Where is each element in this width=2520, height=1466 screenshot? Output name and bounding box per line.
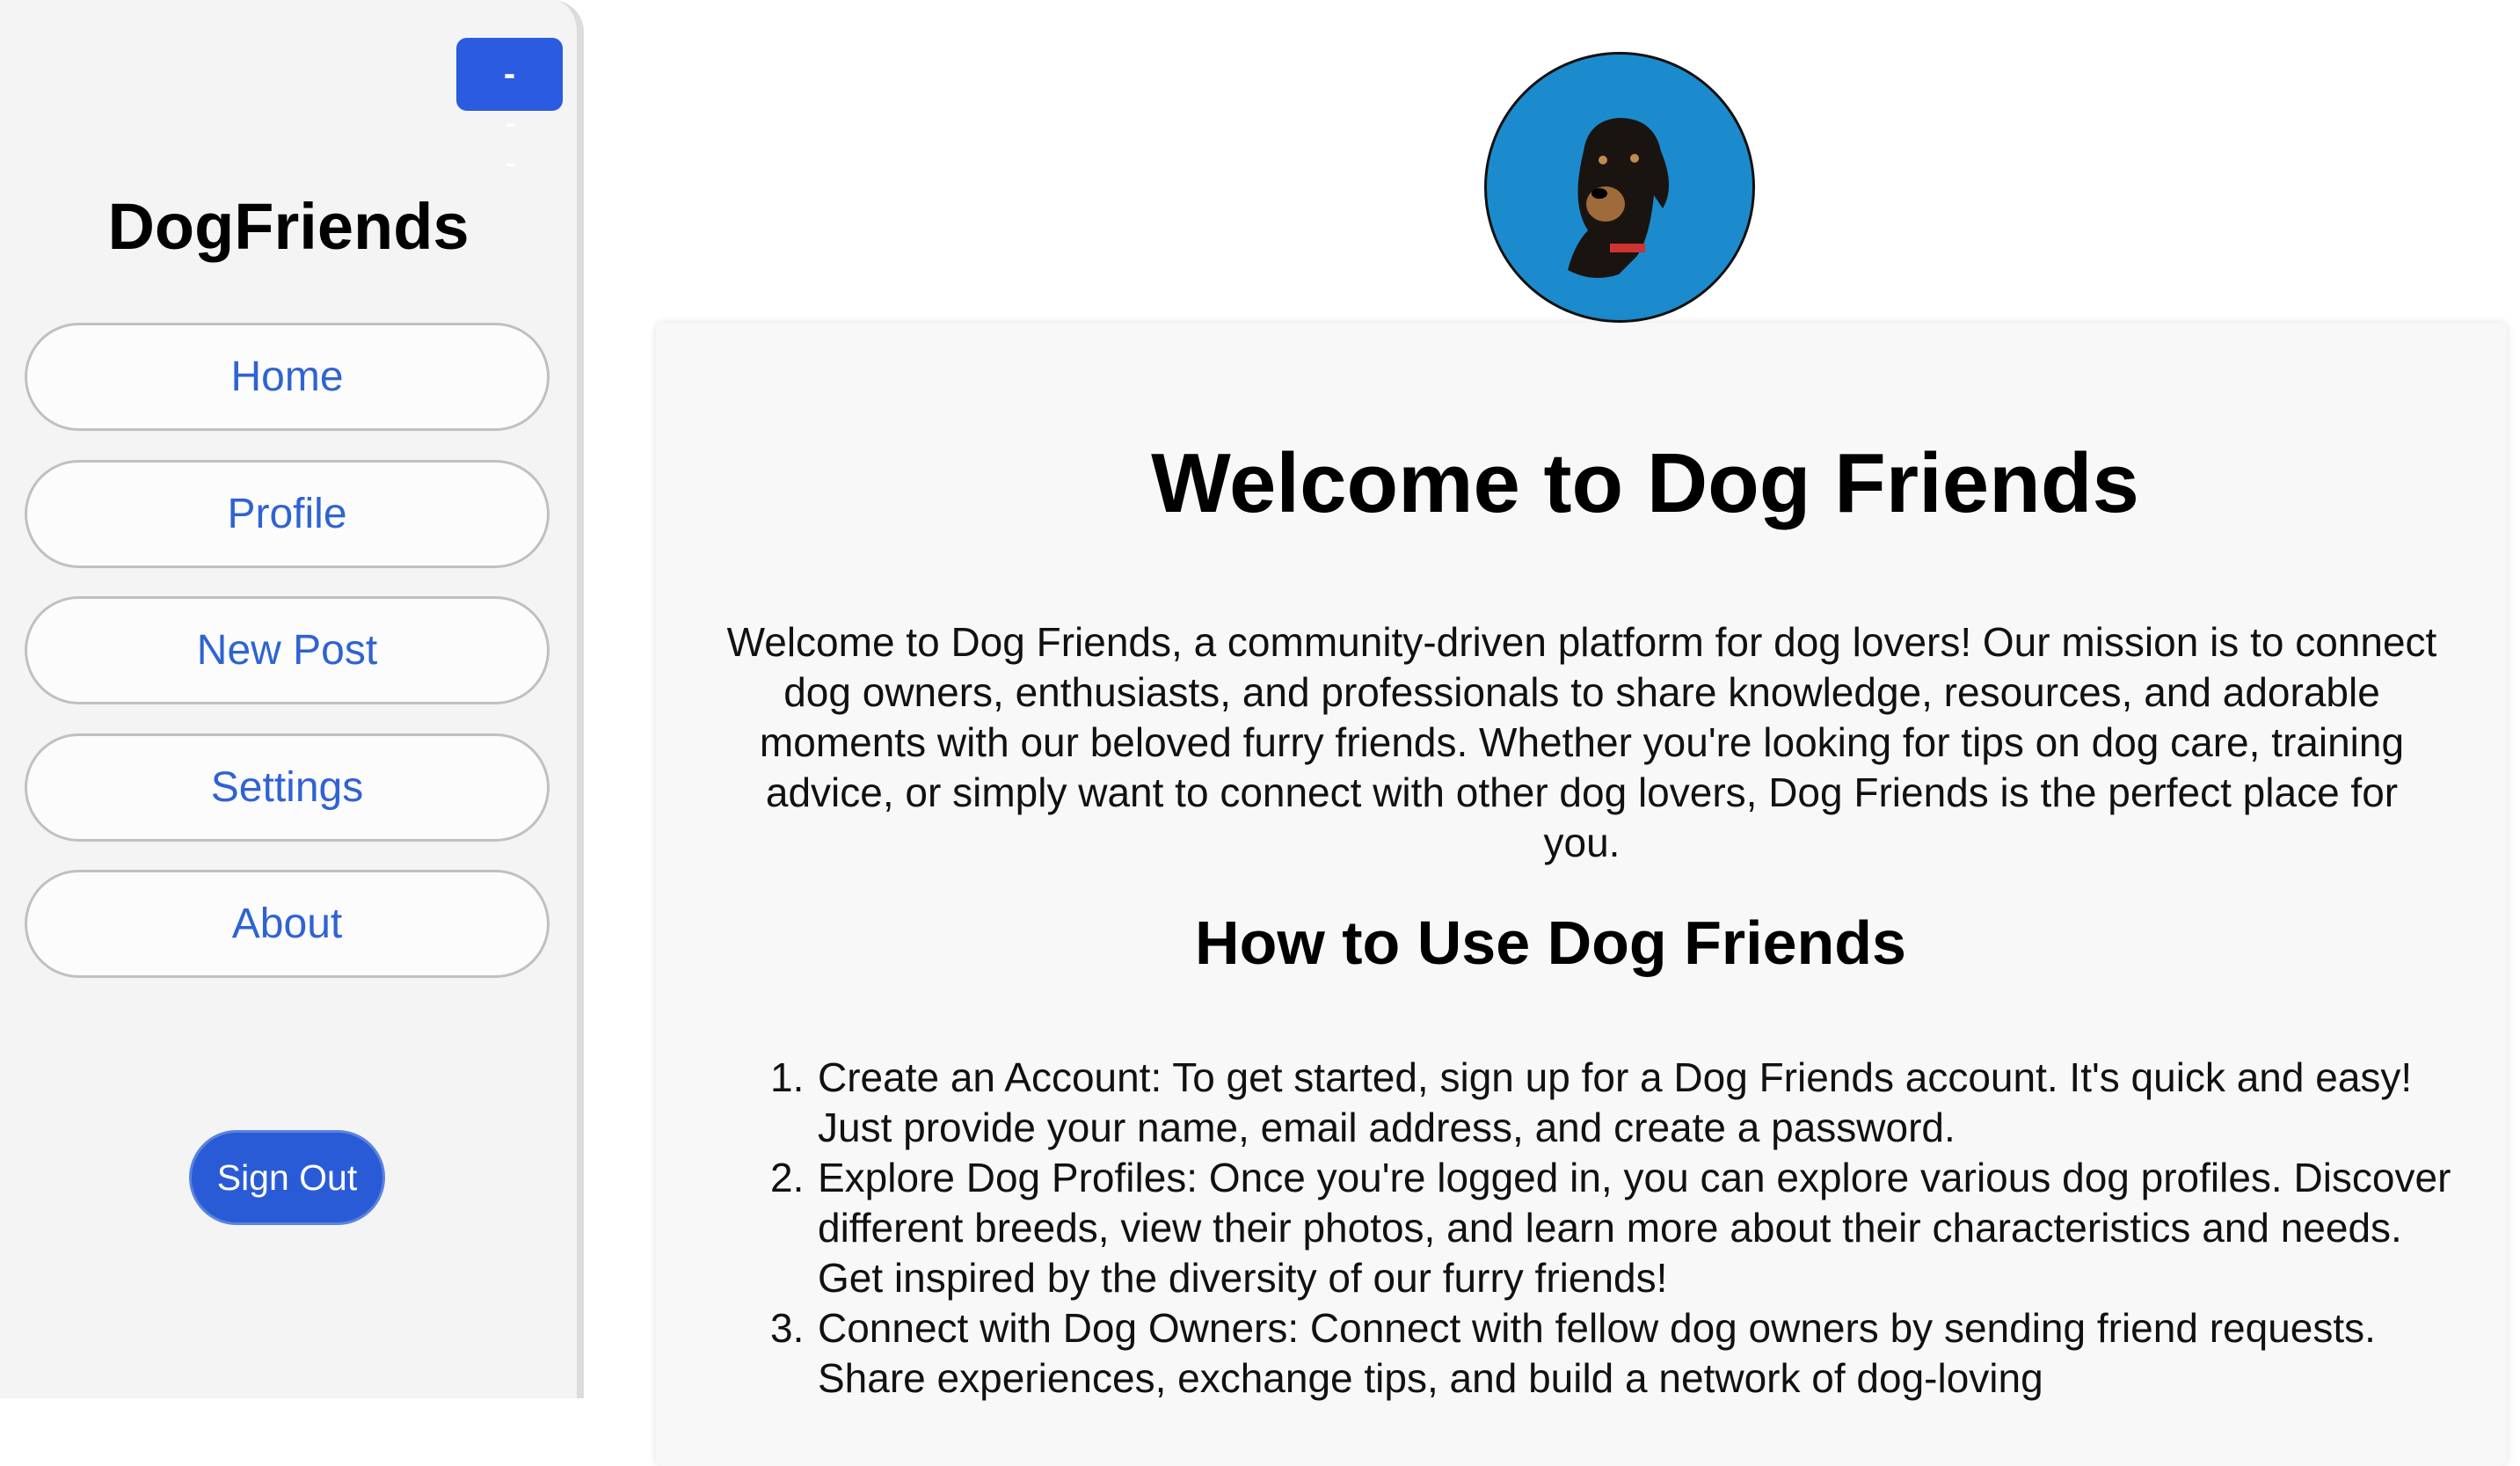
- nav-about[interactable]: About: [25, 870, 550, 978]
- page-title: Welcome to Dog Friends: [1151, 436, 2139, 530]
- dog-avatar-icon: [1484, 52, 1755, 323]
- list-item: 1. Create an Account: To get started, sig…: [770, 1053, 2471, 1153]
- brand-title: DogFriends: [107, 190, 470, 263]
- step-number: 1.: [770, 1054, 805, 1100]
- how-to-heading: How to Use Dog Friends: [1195, 908, 1906, 977]
- sidebar: - DogFriends Home Profile New Post Setti…: [0, 0, 584, 1398]
- step-number: 3.: [770, 1305, 805, 1351]
- welcome-card: Welcome to Dog Friends Welcome to Dog Fr…: [656, 323, 2507, 1466]
- steps-list: 1. Create an Account: To get started, sig…: [770, 1053, 2471, 1404]
- step-number: 2.: [770, 1155, 805, 1200]
- nav-home[interactable]: Home: [25, 323, 550, 431]
- step-text: Create an Account: To get started, sign …: [818, 1054, 2413, 1150]
- step-text: Connect with Dog Owners: Connect with fe…: [818, 1305, 2376, 1401]
- nav-profile[interactable]: Profile: [25, 460, 550, 568]
- intro-paragraph: Welcome to Dog Friends, a community-driv…: [726, 619, 2437, 865]
- sidebar-toggle-button[interactable]: -: [456, 38, 563, 111]
- nav-new-post[interactable]: New Post: [25, 596, 550, 704]
- dash-decoration: [506, 164, 515, 166]
- step-text: Explore Dog Profiles: Once you're logged…: [818, 1155, 2451, 1301]
- dash-decoration: [506, 124, 515, 127]
- list-item: 2. Explore Dog Profiles: Once you're logg…: [770, 1153, 2471, 1303]
- sign-out-button[interactable]: Sign Out: [189, 1130, 385, 1225]
- list-item: 3. Connect with Dog Owners: Connect with …: [770, 1303, 2471, 1404]
- nav-settings[interactable]: Settings: [25, 733, 550, 842]
